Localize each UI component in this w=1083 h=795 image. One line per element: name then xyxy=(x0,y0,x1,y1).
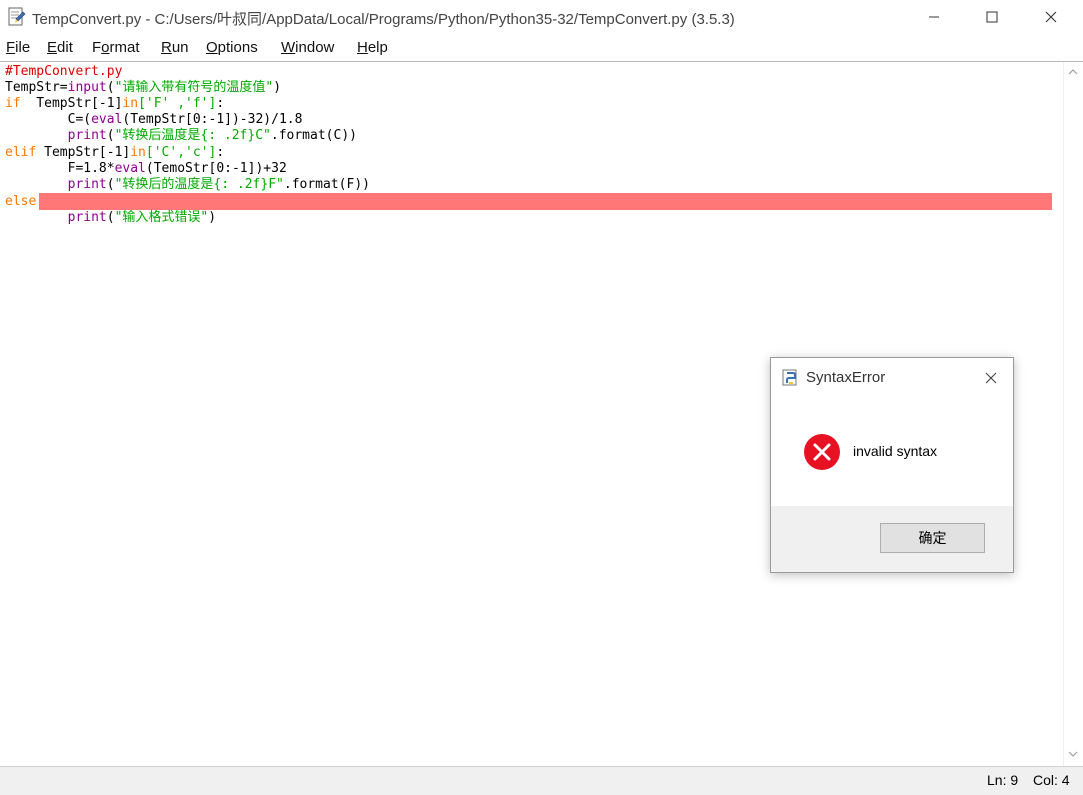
line-number: Ln: 9 xyxy=(987,772,1019,788)
code-line-7: F=1.8*eval(TemoStr[0:-1])+32 xyxy=(5,161,287,177)
string-token: "转换后温度是{: .2f}C" xyxy=(114,128,271,143)
string-token: "请输入带有符号的温度值" xyxy=(114,80,274,95)
menu-run-rest: un xyxy=(171,39,189,56)
scroll-down-icon[interactable] xyxy=(1068,750,1078,758)
code-token: ) xyxy=(208,210,217,225)
string-token: "输入格式错误" xyxy=(114,210,209,225)
menu-file-mnemonic: F xyxy=(6,39,16,56)
string-token: ['C','c'] xyxy=(145,145,217,160)
builtin-token: eval xyxy=(114,161,146,176)
maximize-icon xyxy=(986,11,998,23)
dialog-footer: 确定 xyxy=(771,506,1013,572)
menu-help-mnemonic: H xyxy=(357,39,368,56)
code-token: (TemoStr[0:-1])+32 xyxy=(145,161,287,176)
string-token: "转换后的温度是{: .2f}F" xyxy=(114,177,284,192)
title-bar: TempConvert.py - C:/Users/叶叔同/AppData/Lo… xyxy=(0,0,1083,34)
builtin-token: print xyxy=(67,210,107,225)
code-token: .format(F)) xyxy=(283,177,370,192)
code-token: : xyxy=(216,96,225,111)
ok-button[interactable]: 确定 xyxy=(880,523,985,553)
python-icon xyxy=(782,369,797,386)
menu-format-mnemonic: o xyxy=(101,39,110,56)
keyword-token: elif xyxy=(5,145,37,160)
idle-file-icon xyxy=(8,7,26,26)
window-title: TempConvert.py - C:/Users/叶叔同/AppData/Lo… xyxy=(32,11,735,28)
close-icon xyxy=(985,372,997,384)
menu-run-mnemonic: R xyxy=(161,39,172,56)
error-message: invalid syntax xyxy=(853,443,938,459)
code-token: ( xyxy=(106,128,115,143)
menu-edit-mnemonic: E xyxy=(47,39,58,56)
menu-format[interactable]: Format xyxy=(92,39,140,56)
builtin-token: print xyxy=(67,128,107,143)
code-line-1: #TempConvert.py xyxy=(5,64,122,80)
code-token: TempStr[-1] xyxy=(20,96,123,111)
code-line-9: else xyxy=(5,194,36,210)
menu-file-rest: ile xyxy=(15,39,31,56)
builtin-token: input xyxy=(67,80,107,95)
code-line-4: C=(eval(TempStr[0:-1])-32)/1.8 xyxy=(5,112,303,128)
menu-format-pre: F xyxy=(92,39,102,56)
dialog-close-button[interactable] xyxy=(979,366,1003,390)
status-bar: Ln: 9 Col: 4 xyxy=(0,766,1083,795)
vertical-scrollbar[interactable] xyxy=(1063,62,1083,766)
code-token: ) xyxy=(273,80,282,95)
menu-options-rest: ptions xyxy=(217,39,258,56)
code-token: ( xyxy=(106,80,115,95)
minimize-button[interactable] xyxy=(911,0,957,34)
string-token: ['F' ,'f'] xyxy=(138,96,217,111)
code-line-8: print("转换后的温度是{: .2f}F".format(F)) xyxy=(5,177,370,193)
keyword-token: in xyxy=(122,96,139,111)
menu-window[interactable]: Window xyxy=(281,39,334,56)
code-line-6: elif TempStr[-1]in['C','c']: xyxy=(5,145,224,161)
error-icon xyxy=(804,434,840,470)
menu-help[interactable]: Help xyxy=(357,39,388,56)
code-token: C=( xyxy=(5,112,92,127)
code-line-3: if TempStr[-1]in['F' ,'f']: xyxy=(5,96,224,112)
code-token: ( xyxy=(106,177,115,192)
comment-token: #TempConvert.py xyxy=(5,64,123,79)
menu-bar: File Edit Format Run Options Window Help xyxy=(0,34,1083,62)
builtin-token: print xyxy=(67,177,107,192)
menu-run[interactable]: Run xyxy=(161,39,189,56)
keyword-token: in xyxy=(130,145,146,160)
maximize-button[interactable] xyxy=(969,0,1015,34)
code-token: TempStr= xyxy=(5,80,68,95)
syntax-error-dialog: SyntaxError invalid syntax 确定 xyxy=(770,357,1014,573)
close-button[interactable] xyxy=(1028,0,1074,34)
code-token: F=1.8* xyxy=(5,161,115,176)
menu-window-rest: indow xyxy=(295,39,335,56)
builtin-token: eval xyxy=(91,112,123,127)
close-icon xyxy=(1045,11,1057,23)
menu-edit[interactable]: Edit xyxy=(47,39,73,56)
menu-window-mnemonic: W xyxy=(281,39,296,56)
scroll-up-icon[interactable] xyxy=(1068,68,1078,76)
menu-help-rest: elp xyxy=(367,39,388,56)
code-line-2: TempStr=input("请输入带有符号的温度值") xyxy=(5,80,281,96)
code-token: : xyxy=(216,145,225,160)
menu-format-rest: rmat xyxy=(109,39,140,56)
menu-options[interactable]: Options xyxy=(206,39,258,56)
dialog-title: SyntaxError xyxy=(806,369,886,386)
code-token: .format(C)) xyxy=(270,128,357,143)
column-number: Col: 4 xyxy=(1033,772,1070,788)
minimize-icon xyxy=(929,16,939,18)
menu-file[interactable]: File xyxy=(6,39,30,56)
code-token: ( xyxy=(106,210,115,225)
code-token: TempStr[-1] xyxy=(36,145,131,160)
keyword-token: if xyxy=(5,96,21,111)
code-line-5: print("转换后温度是{: .2f}C".format(C)) xyxy=(5,128,357,144)
code-token: (TempStr[0:-1])-32)/1.8 xyxy=(122,112,303,127)
menu-options-mnemonic: O xyxy=(206,39,218,56)
code-line-10: print("输入格式错误") xyxy=(5,210,216,226)
syntax-error-highlight xyxy=(39,193,1052,210)
keyword-token: else xyxy=(5,194,37,209)
menu-edit-rest: dit xyxy=(57,39,73,56)
